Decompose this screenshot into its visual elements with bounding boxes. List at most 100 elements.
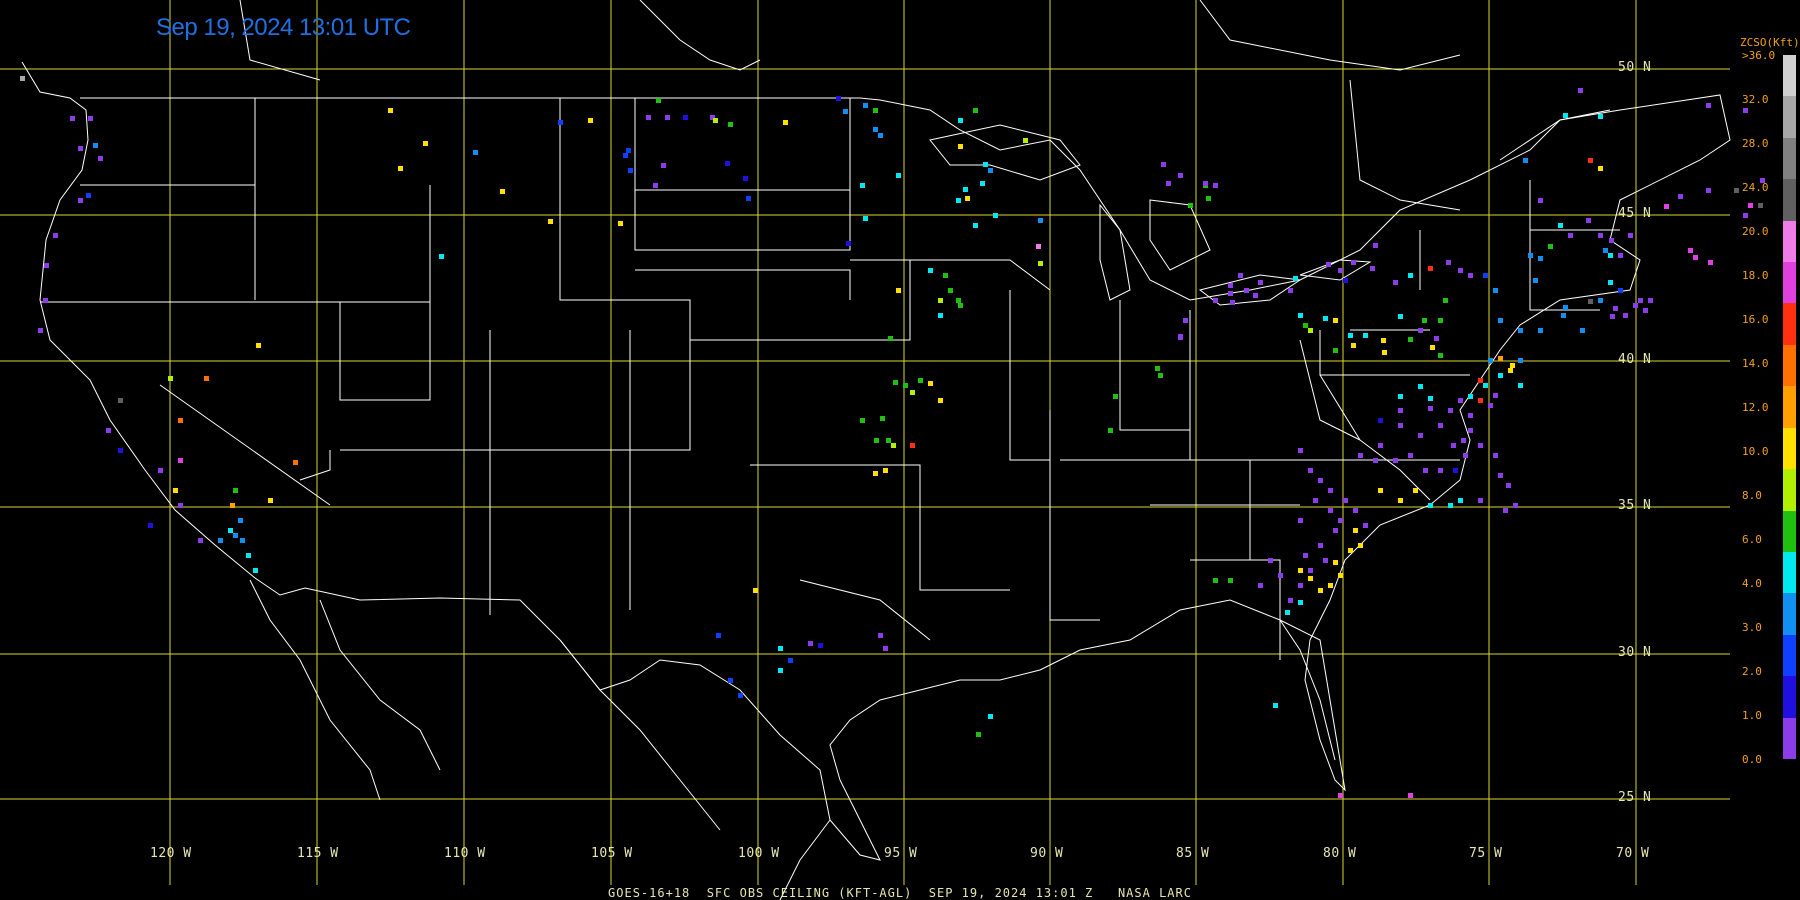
timestamp-title: Sep 19, 2024 13:01 UTC bbox=[156, 14, 411, 41]
obs-marker bbox=[233, 533, 238, 538]
obs-marker bbox=[743, 176, 748, 181]
obs-marker bbox=[880, 416, 885, 421]
lon-label: 105 W bbox=[591, 846, 633, 861]
lon-label: 95 W bbox=[884, 846, 918, 861]
obs-marker bbox=[1563, 113, 1568, 118]
obs-marker bbox=[1348, 548, 1353, 553]
obs-marker bbox=[1413, 488, 1418, 493]
obs-marker bbox=[1613, 306, 1618, 311]
obs-marker bbox=[1363, 523, 1368, 528]
obs-marker bbox=[808, 641, 813, 646]
obs-marker bbox=[1161, 162, 1166, 167]
obs-marker bbox=[956, 298, 961, 303]
obs-marker bbox=[878, 133, 883, 138]
boundary-line bbox=[1099, 203, 1131, 301]
obs-marker bbox=[1398, 498, 1403, 503]
obs-marker bbox=[178, 418, 183, 423]
obs-marker bbox=[1498, 318, 1503, 323]
obs-marker bbox=[1483, 273, 1488, 278]
obs-marker bbox=[44, 263, 49, 268]
colorbar-label: 2.0 bbox=[1742, 665, 1762, 678]
colorbar-label: 16.0 bbox=[1742, 313, 1769, 326]
obs-marker bbox=[783, 120, 788, 125]
obs-marker bbox=[1498, 473, 1503, 478]
obs-marker bbox=[1598, 166, 1603, 171]
obs-marker bbox=[240, 538, 245, 543]
obs-marker bbox=[1428, 503, 1433, 508]
obs-marker bbox=[1483, 383, 1488, 388]
obs-marker bbox=[1398, 314, 1403, 319]
boundary-line bbox=[559, 98, 691, 450]
obs-marker bbox=[1498, 373, 1503, 378]
obs-marker bbox=[938, 398, 943, 403]
obs-marker bbox=[1608, 253, 1613, 258]
boundary-line bbox=[1149, 199, 1211, 271]
obs-marker bbox=[1348, 333, 1353, 338]
obs-marker bbox=[53, 233, 58, 238]
boundary-line bbox=[1359, 439, 1431, 501]
boundary-line bbox=[1009, 290, 1050, 461]
obs-marker bbox=[1518, 328, 1523, 333]
obs-marker bbox=[896, 288, 901, 293]
obs-marker bbox=[473, 150, 478, 155]
colorbar-segment bbox=[1783, 386, 1796, 429]
obs-marker bbox=[888, 336, 893, 341]
obs-marker bbox=[1578, 88, 1583, 93]
boundary-line bbox=[1529, 230, 1600, 311]
obs-marker bbox=[1743, 213, 1748, 218]
obs-marker bbox=[293, 460, 298, 465]
obs-marker bbox=[1258, 583, 1263, 588]
obs-marker bbox=[1244, 288, 1249, 293]
colorbar-segment bbox=[1783, 303, 1796, 346]
obs-marker bbox=[1351, 343, 1356, 348]
obs-marker bbox=[1288, 288, 1293, 293]
obs-marker bbox=[836, 96, 841, 101]
obs-marker bbox=[1523, 158, 1528, 163]
obs-marker bbox=[1418, 384, 1423, 389]
colorbar-segment bbox=[1783, 344, 1796, 387]
boundary-line bbox=[1049, 410, 1100, 621]
obs-marker bbox=[1408, 273, 1413, 278]
obs-marker bbox=[1438, 318, 1443, 323]
colorbar-title: ZCSO(Kft) bbox=[1740, 36, 1800, 49]
obs-marker bbox=[958, 144, 963, 149]
colorbar-segment bbox=[1783, 427, 1796, 470]
obs-marker bbox=[788, 658, 793, 663]
obs-marker bbox=[896, 173, 901, 178]
obs-marker bbox=[1618, 253, 1623, 258]
boundary-line bbox=[799, 579, 931, 641]
obs-marker bbox=[623, 153, 628, 158]
obs-marker bbox=[1393, 280, 1398, 285]
obs-marker bbox=[910, 443, 915, 448]
obs-marker bbox=[588, 118, 593, 123]
lon-label: 80 W bbox=[1323, 846, 1357, 861]
obs-marker bbox=[20, 76, 25, 81]
boundary-line bbox=[1529, 180, 1620, 231]
obs-marker bbox=[1298, 313, 1303, 318]
lat-label: 35 N bbox=[1618, 498, 1652, 513]
lon-label: 115 W bbox=[297, 846, 339, 861]
obs-marker bbox=[256, 343, 261, 348]
obs-marker bbox=[1461, 438, 1466, 443]
obs-marker bbox=[168, 376, 173, 381]
obs-marker bbox=[973, 108, 978, 113]
obs-marker bbox=[1378, 488, 1383, 493]
obs-marker bbox=[1323, 558, 1328, 563]
obs-marker bbox=[178, 503, 183, 508]
obs-marker bbox=[843, 109, 848, 114]
obs-marker bbox=[1108, 428, 1113, 433]
obs-marker bbox=[388, 108, 393, 113]
obs-marker bbox=[1478, 498, 1483, 503]
colorbar-segment bbox=[1783, 551, 1796, 594]
obs-marker bbox=[628, 168, 633, 173]
obs-marker bbox=[558, 120, 563, 125]
obs-marker bbox=[1381, 338, 1386, 343]
obs-marker bbox=[725, 161, 730, 166]
obs-marker bbox=[860, 418, 865, 423]
obs-marker bbox=[1308, 568, 1313, 573]
obs-marker bbox=[1408, 793, 1413, 798]
obs-marker bbox=[1038, 261, 1043, 266]
obs-marker bbox=[43, 298, 48, 303]
obs-marker bbox=[1318, 588, 1323, 593]
obs-marker bbox=[1493, 288, 1498, 293]
